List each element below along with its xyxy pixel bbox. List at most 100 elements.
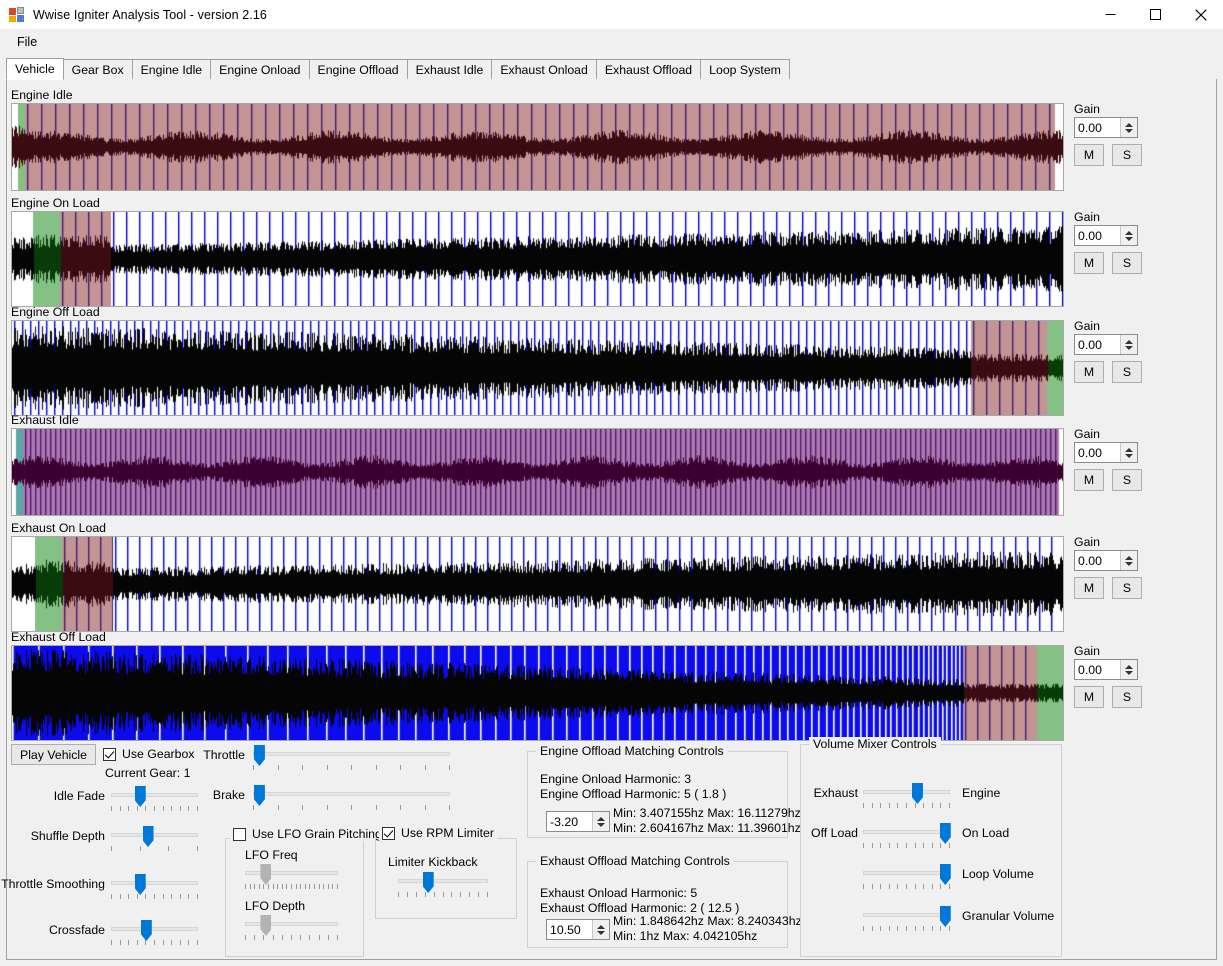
tab-exhaust-idle[interactable]: Exhaust Idle <box>406 59 493 80</box>
exhaust-offload-spinner-value[interactable]: 10.50 <box>547 923 592 937</box>
throttle-slider[interactable] <box>253 745 450 772</box>
tab-gear-box[interactable]: Gear Box <box>62 59 133 80</box>
throttle-slider-thumb[interactable] <box>253 745 265 766</box>
gain-spinner-arrows-0[interactable] <box>1120 118 1137 137</box>
tab-exhaust-onload[interactable]: Exhaust Onload <box>491 59 597 80</box>
mute-button-1[interactable]: M <box>1074 252 1104 274</box>
gain-spinner-arrows-5[interactable] <box>1120 660 1137 679</box>
mixer-slider-0[interactable] <box>863 783 950 810</box>
tab-vehicle[interactable]: Vehicle <box>6 58 64 80</box>
chevron-down-icon[interactable] <box>597 930 605 935</box>
chevron-down-icon[interactable] <box>1125 236 1133 241</box>
chevron-up-icon[interactable] <box>1125 122 1133 127</box>
mute-button-2[interactable]: M <box>1074 361 1104 383</box>
gain-value-0[interactable]: 0.00 <box>1075 121 1120 135</box>
engine-offload-spinner-value[interactable]: -3.20 <box>547 815 592 829</box>
waveform-display-1[interactable] <box>11 211 1064 307</box>
gain-spinner-arrows-3[interactable] <box>1120 443 1137 462</box>
mixer-slider-1[interactable] <box>863 823 951 850</box>
chevron-up-icon[interactable] <box>1125 555 1133 560</box>
gain-value-3[interactable]: 0.00 <box>1075 446 1120 460</box>
mute-button-5[interactable]: M <box>1074 686 1104 708</box>
gain-value-5[interactable]: 0.00 <box>1075 663 1120 677</box>
use-rpm-limiter-checkbox[interactable]: Use RPM Limiter <box>379 826 497 840</box>
tab-exhaust-offload[interactable]: Exhaust Offload <box>595 59 702 80</box>
gain-value-2[interactable]: 0.00 <box>1075 338 1120 352</box>
chevron-up-icon[interactable] <box>1125 664 1133 669</box>
minimize-button[interactable] <box>1088 0 1133 29</box>
waveform-display-5[interactable] <box>11 645 1064 741</box>
gain-spinner-2[interactable]: 0.00 <box>1074 334 1138 355</box>
tab-loop-system[interactable]: Loop System <box>700 59 790 80</box>
use-gearbox-checkbox[interactable]: Use Gearbox <box>103 747 194 761</box>
limiter-kickback-slider[interactable] <box>398 872 488 899</box>
chevron-down-icon[interactable] <box>597 822 605 827</box>
menu-item-file[interactable]: File <box>8 31 46 53</box>
solo-button-5[interactable]: S <box>1112 686 1142 708</box>
close-button[interactable] <box>1178 0 1223 29</box>
chevron-down-icon[interactable] <box>1125 453 1133 458</box>
gain-spinner-arrows-4[interactable] <box>1120 551 1137 570</box>
engine-offload-spinner-arrows[interactable] <box>592 812 609 831</box>
use-lfo-grain-pitching-checkbox[interactable]: Use LFO Grain Pitching <box>230 827 385 841</box>
slider-thumb[interactable] <box>939 864 951 885</box>
gain-spinner-arrows-2[interactable] <box>1120 335 1137 354</box>
slider-thumb[interactable] <box>140 920 152 941</box>
solo-button-1[interactable]: S <box>1112 252 1142 274</box>
exhaust-offload-spinner-arrows[interactable] <box>592 920 609 939</box>
solo-button-2[interactable]: S <box>1112 361 1142 383</box>
slider-thumb[interactable] <box>939 906 951 927</box>
waveform-display-2[interactable] <box>11 320 1064 416</box>
solo-button-4[interactable]: S <box>1112 577 1142 599</box>
maximize-button[interactable] <box>1133 0 1178 29</box>
chevron-up-icon[interactable] <box>1125 447 1133 452</box>
gain-value-1[interactable]: 0.00 <box>1075 229 1120 243</box>
mixer-slider-3[interactable] <box>863 906 951 933</box>
tab-engine-onload[interactable]: Engine Onload <box>210 59 310 80</box>
chevron-up-icon[interactable] <box>1125 230 1133 235</box>
slider-thumb[interactable] <box>134 786 146 807</box>
chevron-down-icon[interactable] <box>1125 561 1133 566</box>
solo-button-0[interactable]: S <box>1112 144 1142 166</box>
mute-button-3[interactable]: M <box>1074 469 1104 491</box>
solo-button-3[interactable]: S <box>1112 469 1142 491</box>
slider-thumb[interactable] <box>939 823 951 844</box>
mixer-slider-2[interactable] <box>863 864 951 891</box>
vehicle-slider-3[interactable] <box>111 920 198 947</box>
tab-engine-offload[interactable]: Engine Offload <box>308 59 408 80</box>
chevron-down-icon[interactable] <box>1125 670 1133 675</box>
brake-slider-thumb[interactable] <box>253 785 265 806</box>
lfo-depth-slider-thumb[interactable] <box>260 915 272 936</box>
lfo-freq-slider[interactable] <box>245 864 338 891</box>
vehicle-slider-2[interactable] <box>111 874 198 901</box>
waveform-display-0[interactable] <box>11 103 1064 191</box>
brake-slider[interactable] <box>253 785 450 812</box>
chevron-down-icon[interactable] <box>1125 128 1133 133</box>
gain-spinner-arrows-1[interactable] <box>1120 226 1137 245</box>
slider-thumb[interactable] <box>911 783 923 804</box>
chevron-up-icon[interactable] <box>1125 339 1133 344</box>
limiter-kickback-slider-thumb[interactable] <box>422 872 434 893</box>
mute-button-0[interactable]: M <box>1074 144 1104 166</box>
chevron-up-icon[interactable] <box>597 924 605 929</box>
gain-spinner-0[interactable]: 0.00 <box>1074 117 1138 138</box>
gain-value-4[interactable]: 0.00 <box>1075 554 1120 568</box>
mute-button-4[interactable]: M <box>1074 577 1104 599</box>
waveform-display-3[interactable] <box>11 428 1064 516</box>
engine-offload-spinner[interactable]: -3.20 <box>546 811 610 832</box>
slider-thumb[interactable] <box>142 826 154 847</box>
lfo-freq-slider-thumb[interactable] <box>260 864 272 885</box>
vehicle-slider-0[interactable] <box>111 786 198 813</box>
exhaust-offload-spinner[interactable]: 10.50 <box>546 919 610 940</box>
vehicle-slider-1[interactable] <box>111 826 198 853</box>
tab-engine-idle[interactable]: Engine Idle <box>131 59 212 80</box>
chevron-up-icon[interactable] <box>597 816 605 821</box>
gain-spinner-5[interactable]: 0.00 <box>1074 659 1138 680</box>
waveform-display-4[interactable] <box>11 536 1064 632</box>
gain-spinner-1[interactable]: 0.00 <box>1074 225 1138 246</box>
gain-spinner-4[interactable]: 0.00 <box>1074 550 1138 571</box>
play-vehicle-button[interactable]: Play Vehicle <box>11 744 96 765</box>
chevron-down-icon[interactable] <box>1125 345 1133 350</box>
slider-thumb[interactable] <box>134 874 146 895</box>
lfo-depth-slider[interactable] <box>245 915 338 942</box>
